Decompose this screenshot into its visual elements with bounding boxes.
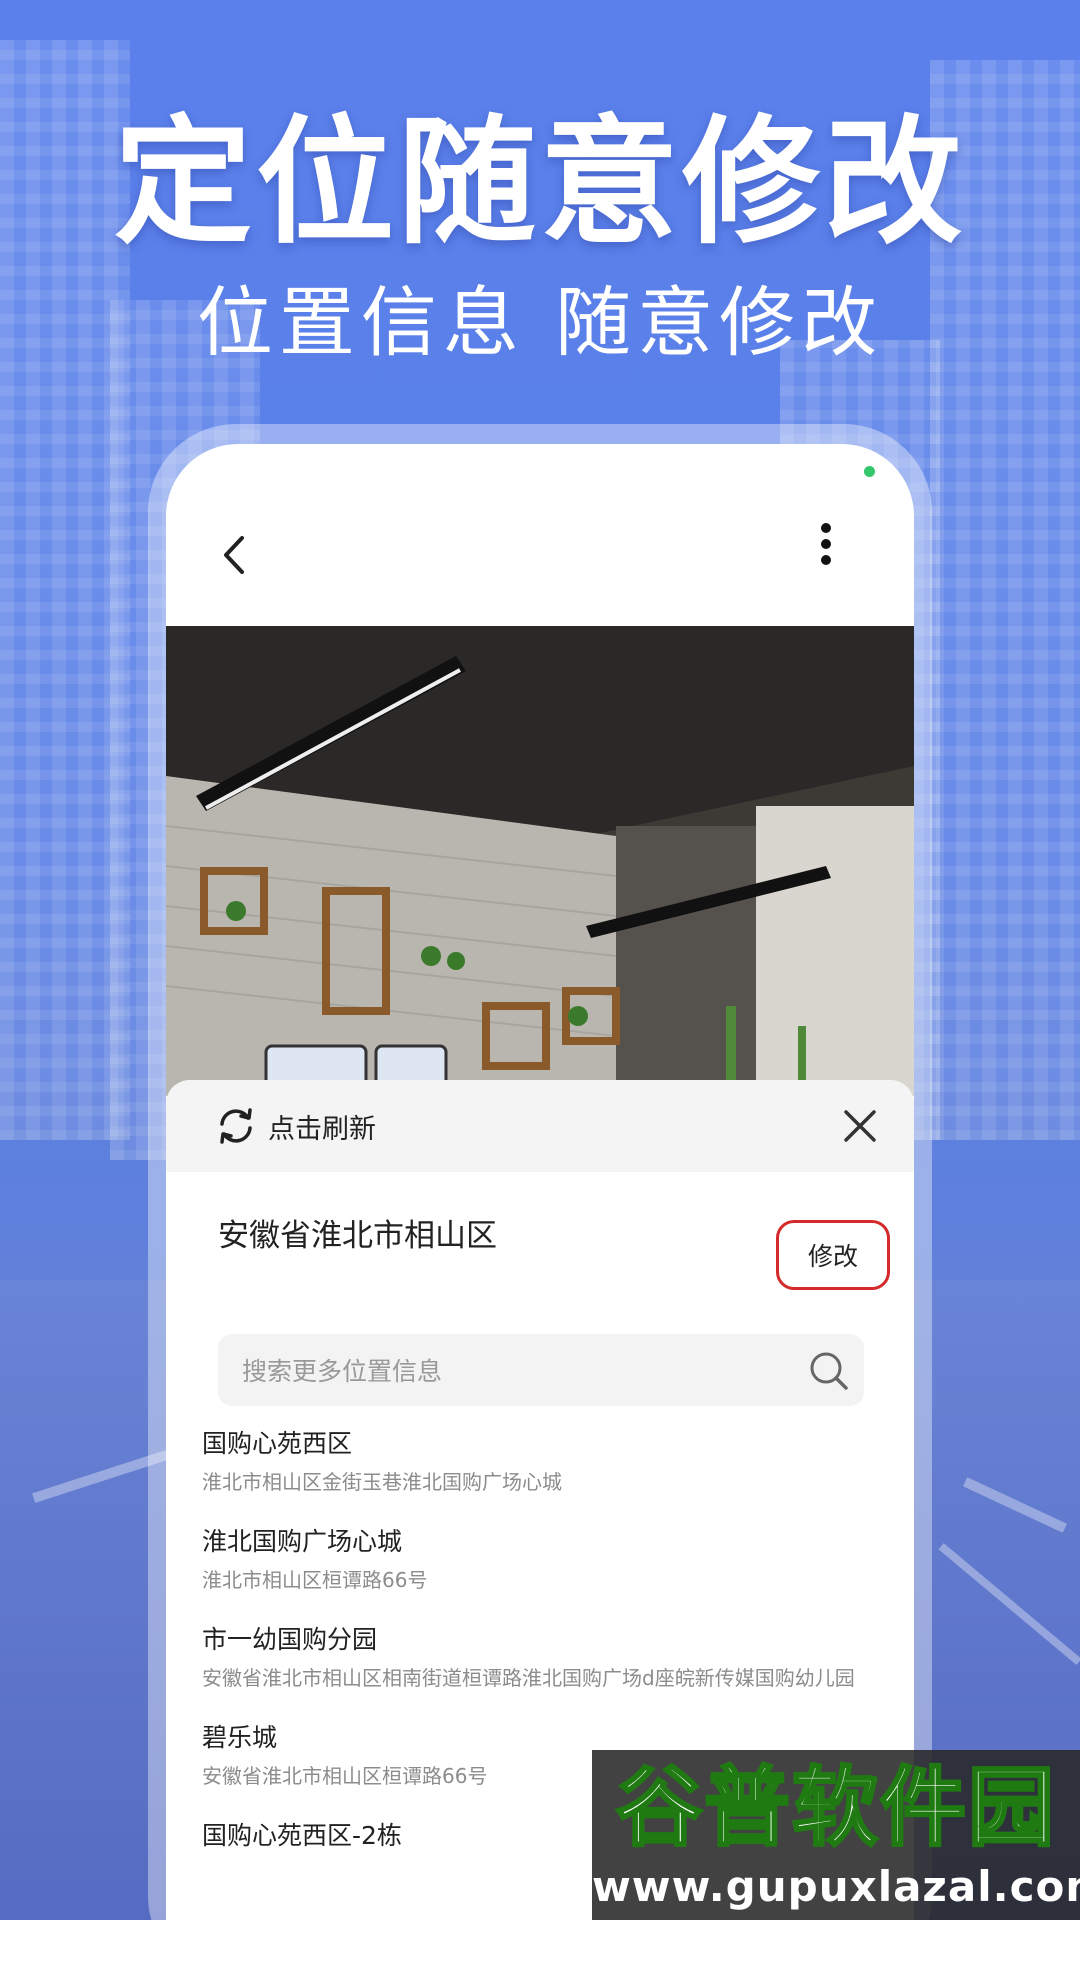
location-address: 淮北市相山区桓谭路66号 (202, 1568, 428, 1592)
refresh-button[interactable]: 点击刷新 (214, 1104, 376, 1148)
back-arrow-icon (224, 536, 244, 574)
headline: 定位随意修改 (113, 102, 966, 263)
location-address: 淮北市相山区金街玉巷淮北国购广场心城 (202, 1470, 562, 1494)
edit-button[interactable]: 修改 (776, 1220, 890, 1290)
location-address: 安徽省淮北市相山区相南街道桓谭路淮北国购广场d座皖新传媒国购幼儿园 (202, 1666, 855, 1690)
location-title: 淮北国购广场心城 (202, 1527, 403, 1556)
list-item[interactable]: 市一幼国购分园 安徽省淮北市相山区相南街道桓谭路淮北国购广场d座皖新传媒国购幼儿… (202, 1622, 882, 1692)
sheet-header: 点击刷新 (166, 1080, 914, 1172)
subheadline: 位置信息 随意修改 (196, 278, 884, 367)
watermark: 谷普软件园 www.gupuxlazal.com (592, 1750, 1080, 1920)
refresh-icon (220, 1108, 252, 1144)
current-address: 安徽省淮北市相山区 (218, 1218, 497, 1254)
list-item[interactable]: 国购心苑西区 淮北市相山区金街玉巷淮北国购广场心城 (202, 1426, 882, 1496)
search-input[interactable] (240, 1334, 784, 1408)
close-button[interactable] (842, 1108, 878, 1144)
more-vertical-icon (821, 523, 831, 565)
location-title: 市一幼国购分园 (202, 1625, 378, 1654)
location-title: 国购心苑西区 (202, 1429, 353, 1458)
refresh-label: 点击刷新 (268, 1113, 376, 1145)
close-icon (844, 1110, 876, 1142)
top-bar (166, 444, 914, 626)
watermark-url: www.gupuxlazal.com (592, 1862, 1080, 1911)
watermark-title: 谷普软件园 (615, 1757, 1056, 1860)
search-icon[interactable] (808, 1350, 850, 1392)
search-bar (218, 1334, 864, 1408)
back-button[interactable] (210, 530, 260, 580)
list-item[interactable]: 淮北国购广场心城 淮北市相山区桓谭路66号 (202, 1524, 882, 1594)
more-button[interactable] (806, 516, 846, 576)
phone-screen: 点击刷新 安徽省淮北市相山区 修改 国购心苑西区 淮北市相山区金街玉巷淮北国购广… (166, 444, 914, 1920)
office-photo (166, 626, 914, 1096)
